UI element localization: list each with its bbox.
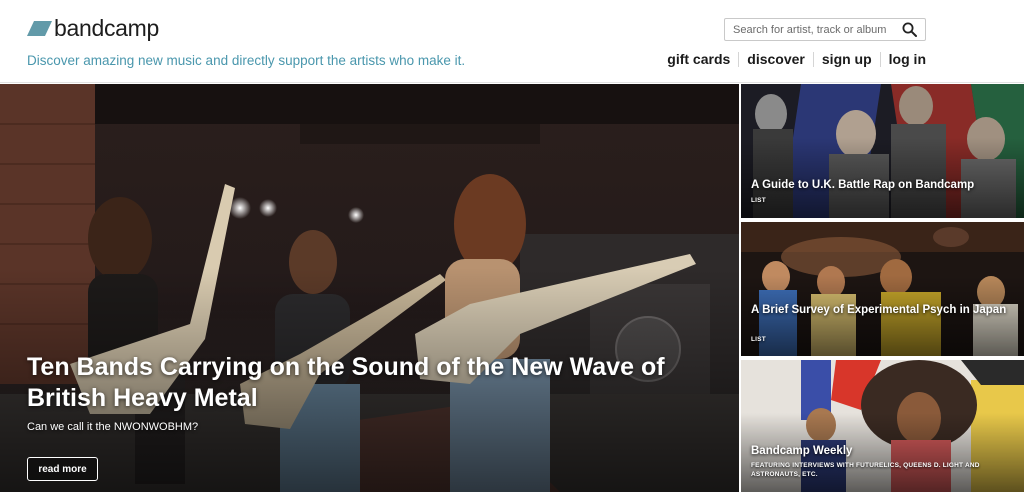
nav-discover[interactable]: discover (738, 52, 813, 67)
logo-wordmark: bandcamp (54, 14, 160, 41)
search-icon[interactable] (902, 22, 917, 37)
side-story-title[interactable]: A Brief Survey of Experimental Psych in … (751, 304, 1011, 317)
site-header: bandcamp Discover amazing new music and … (0, 0, 1024, 83)
site-tagline: Discover amazing new music and directly … (27, 53, 466, 68)
bandcamp-logo-icon (27, 20, 52, 36)
search-box (724, 18, 926, 41)
side-story-title[interactable]: A Guide to U.K. Battle Rap on Bandcamp (751, 179, 1011, 192)
side-story-type: LIST (751, 197, 766, 204)
featured-story[interactable]: Ten Bands Carrying on the Sound of the N… (0, 84, 739, 492)
side-story-title[interactable]: Bandcamp Weekly (751, 445, 1011, 458)
read-more-button[interactable]: read more (27, 457, 98, 481)
featured-story-subtitle: Can we call it the NWONWOBHM? (27, 421, 199, 433)
side-story-type: FEATURING INTERVIEWS WITH FUTURELICS, QU… (751, 462, 980, 478)
search-input[interactable] (725, 19, 897, 40)
side-story-type: LIST (751, 336, 766, 343)
side-story-uk-battle-rap[interactable]: A Guide to U.K. Battle Rap on Bandcamp L… (741, 84, 1024, 218)
featured-story-title[interactable]: Ten Bands Carrying on the Sound of the N… (27, 352, 707, 414)
side-story-bandcamp-weekly[interactable]: Bandcamp Weekly FEATURING INTERVIEWS WIT… (741, 360, 1024, 492)
nav-log-in[interactable]: log in (879, 52, 926, 67)
bandcamp-logo[interactable]: bandcamp (27, 14, 160, 41)
nav-gift-cards[interactable]: gift cards (667, 52, 738, 67)
nav-sign-up[interactable]: sign up (812, 52, 880, 67)
side-story-experimental-psych-japan[interactable]: A Brief Survey of Experimental Psych in … (741, 222, 1024, 356)
header-nav: gift cards discover sign up log in (667, 52, 926, 67)
